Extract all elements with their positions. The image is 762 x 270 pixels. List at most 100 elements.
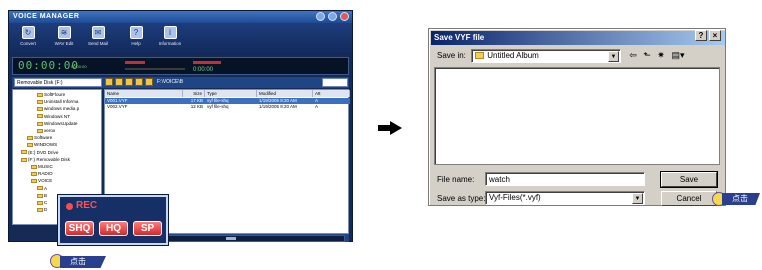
new-folder-icon[interactable]: ✷ [655, 49, 667, 61]
col-att[interactable]: Att [313, 90, 350, 97]
tree-item[interactable]: (F:) Removable Disk [21, 157, 70, 164]
rec-title: REC [76, 200, 98, 211]
col-modified[interactable]: Modified [257, 90, 313, 97]
toolbar: ↻ Convert ≋ WAV Edit ✉ Send Mail ? Help i Inf… [9, 23, 352, 55]
up-folder-icon[interactable]: ⬑ [641, 49, 653, 61]
folder-icon [37, 121, 43, 126]
cell-type: vyf file-shq [207, 104, 229, 109]
time-display-panel: 00:00:00 00:00:00 0:00:00 [12, 57, 349, 75]
tree-item[interactable]: windows media p [37, 106, 79, 113]
save-as-type-select[interactable]: Vyf-Files(*.vyf) ▼ [485, 191, 645, 205]
level-bar-2 [193, 61, 221, 64]
chevron-down-icon[interactable]: ▼ [632, 193, 643, 204]
information-button[interactable]: i Information [155, 26, 185, 46]
save-button[interactable]: Save [661, 172, 717, 187]
shq-button[interactable]: SHQ [65, 221, 94, 236]
folder-icon [27, 135, 33, 140]
copy-icon[interactable] [135, 78, 143, 86]
click-callout-right: 点击 [712, 192, 760, 206]
tree-item[interactable]: RADIO [31, 171, 53, 178]
cell-modified: 1/19/2005 8:20 AM [259, 104, 297, 109]
file-name-label: File name: [437, 175, 475, 184]
chevron-down-icon[interactable]: ▼ [608, 51, 619, 62]
tree-item[interactable]: Uninstall Informa [37, 99, 78, 106]
end-time: 0:00:00 [193, 67, 214, 73]
address-bar: Removable Disk (F:) F:\VOICE\B [12, 77, 349, 88]
folder-icon [37, 193, 43, 198]
folder-icon [37, 99, 43, 104]
save-as-type-label: Save as type: [437, 194, 486, 203]
folder-icon [31, 164, 37, 169]
table-row[interactable]: V002.VYF 12 KB vyf file-shq 1/19/2005 8:20 … [105, 104, 350, 110]
wave-edit-icon: ≋ [57, 26, 71, 39]
close-button[interactable] [340, 12, 349, 21]
help-icon: ? [129, 26, 143, 39]
tree-item[interactable]: WindowsUpdate [37, 121, 77, 128]
help-button[interactable]: ? Help [121, 26, 151, 46]
click-callout-left: 点击 [50, 254, 110, 268]
path-field: F:\VOICE\B [157, 79, 184, 85]
file-name-input[interactable] [485, 172, 645, 186]
folder-icon [37, 114, 43, 119]
new-folder-icon[interactable] [115, 78, 123, 86]
back-icon[interactable]: ⇦ [627, 49, 639, 61]
tree-item[interactable]: (E:) DVD Drive [21, 150, 58, 157]
folder-icon [37, 107, 43, 112]
folder-icon [37, 200, 43, 205]
folder-icon[interactable] [145, 78, 153, 86]
info-icon: i [163, 26, 177, 39]
file-browser-area[interactable] [434, 67, 720, 165]
callout-text: 点击 [722, 193, 760, 205]
tree-item[interactable]: MUSIC [31, 164, 53, 171]
time-display: 00:00:00 [18, 59, 79, 72]
cell-size: 12 KB [190, 104, 203, 109]
slider-thumb[interactable] [226, 237, 236, 240]
window-title: VOICE MANAGER [9, 11, 352, 23]
folder-icon [31, 171, 37, 176]
cell-att: A [315, 104, 319, 109]
col-type[interactable]: Type [205, 90, 257, 97]
folder-icon [27, 143, 33, 148]
rec-popup: REC SHQ HQ SP [58, 195, 168, 245]
maximize-button[interactable] [328, 12, 337, 21]
tree-item[interactable]: C [37, 200, 47, 207]
drive-select[interactable]: Removable Disk (F:) [14, 78, 102, 87]
col-size[interactable]: Size [183, 90, 205, 97]
folder-icon [21, 157, 27, 162]
convert-button[interactable]: ↻ Convert [13, 26, 43, 46]
tree-item[interactable]: D [37, 207, 47, 214]
tree-item[interactable]: Software [27, 135, 52, 142]
tree-item[interactable]: VOICE [31, 178, 52, 185]
delete-icon[interactable] [125, 78, 133, 86]
convert-icon: ↻ [21, 26, 35, 39]
hq-button[interactable]: HQ [99, 221, 128, 236]
folder-icon [475, 52, 484, 60]
send-mail-button[interactable]: ✉ Send Mail [83, 26, 113, 46]
sp-button[interactable]: SP [133, 221, 162, 236]
up-folder-icon[interactable] [105, 78, 113, 86]
level-bar [125, 61, 145, 64]
tree-item[interactable]: WINDOWS [27, 142, 57, 149]
wav-edit-button[interactable]: ≋ WAV Edit [49, 26, 79, 46]
col-name[interactable]: Name [105, 90, 183, 97]
filter-select[interactable] [322, 78, 348, 87]
cancel-button[interactable]: Cancel [661, 191, 717, 206]
close-button[interactable]: × [709, 30, 721, 41]
tree-item[interactable]: SoftFloure [37, 92, 65, 99]
dialog-title: Save VYF file [431, 31, 725, 45]
minimize-button[interactable] [316, 12, 325, 21]
cell-name: V002.VYF [107, 104, 128, 109]
folder-icon [31, 179, 37, 184]
mail-icon: ✉ [91, 26, 105, 39]
tree-item[interactable]: A [37, 186, 47, 193]
record-dot-icon [66, 203, 73, 210]
folder-icon [37, 92, 43, 97]
tree-item[interactable]: xerox [37, 128, 55, 135]
tree-item[interactable]: B [37, 193, 47, 200]
time-display-small: 00:00:00 [71, 64, 87, 69]
save-in-select[interactable]: Untitled Album ▼ [471, 49, 621, 63]
callout-text: 点击 [60, 256, 106, 268]
help-button[interactable]: ? [695, 30, 707, 41]
tree-item[interactable]: Windows NT [37, 114, 70, 121]
view-menu-icon[interactable]: ▤▾ [669, 49, 687, 61]
